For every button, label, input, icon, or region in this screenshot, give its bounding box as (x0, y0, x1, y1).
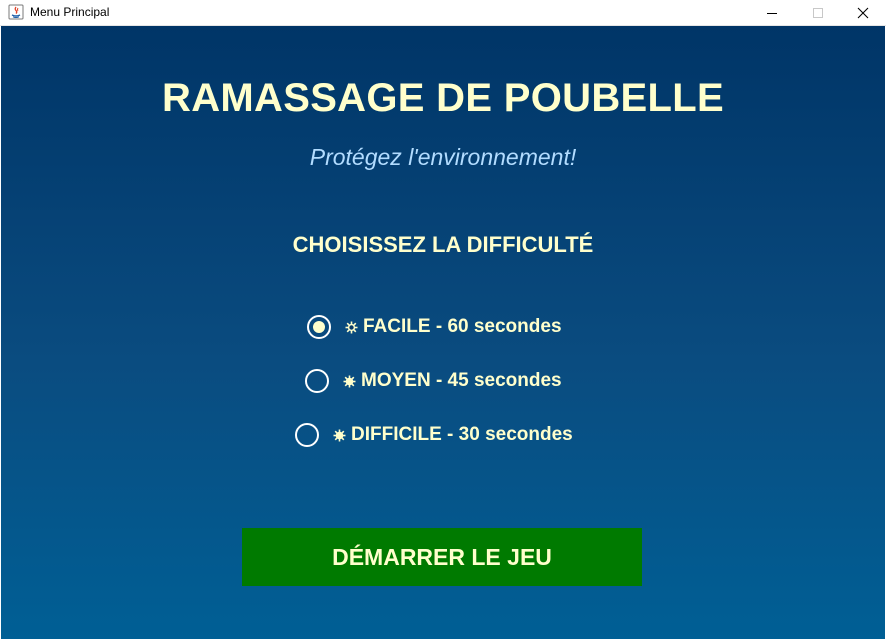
difficulty-heading: CHOISISSEZ LA DIFFICULTÉ (292, 232, 594, 257)
difficulty-option-easy[interactable]: FACILE - 60 secondes (307, 311, 562, 343)
sun-icon (333, 429, 346, 441)
radio-selected-dot (313, 321, 325, 333)
menu-panel: RAMASSAGE DE POUBELLE Protégez l'environ… (1, 26, 885, 639)
radio-button-easy[interactable] (307, 315, 331, 339)
window-title: Menu Principal (30, 5, 110, 19)
difficulty-option-medium[interactable]: MOYEN - 45 secondes (305, 365, 562, 397)
minimize-button[interactable] (749, 0, 795, 26)
difficulty-label-easy: FACILE - 60 secondes (363, 316, 562, 337)
minimize-icon (767, 13, 777, 14)
difficulty-label-hard: DIFFICILE - 30 secondes (351, 424, 573, 445)
sun-icon (343, 375, 356, 387)
maximize-icon (813, 8, 823, 18)
app-window: Menu Principal RAMASSAGE DE POUBELLE Pro… (0, 0, 886, 640)
radio-button-hard[interactable] (295, 423, 319, 447)
close-icon (857, 7, 869, 19)
java-app-icon (8, 4, 24, 20)
close-button[interactable] (840, 0, 886, 26)
difficulty-option-hard[interactable]: DIFFICILE - 30 secondes (295, 419, 573, 451)
start-game-button[interactable]: DÉMARRER LE JEU (242, 528, 642, 586)
difficulty-label-medium: MOYEN - 45 secondes (361, 370, 562, 391)
title-bar[interactable]: Menu Principal (0, 0, 886, 26)
radio-button-medium[interactable] (305, 369, 329, 393)
maximize-button[interactable] (795, 0, 841, 26)
sun-icon (345, 321, 358, 333)
game-subtitle: Protégez l'environnement! (309, 144, 577, 170)
game-title: RAMASSAGE DE POUBELLE (162, 76, 724, 120)
